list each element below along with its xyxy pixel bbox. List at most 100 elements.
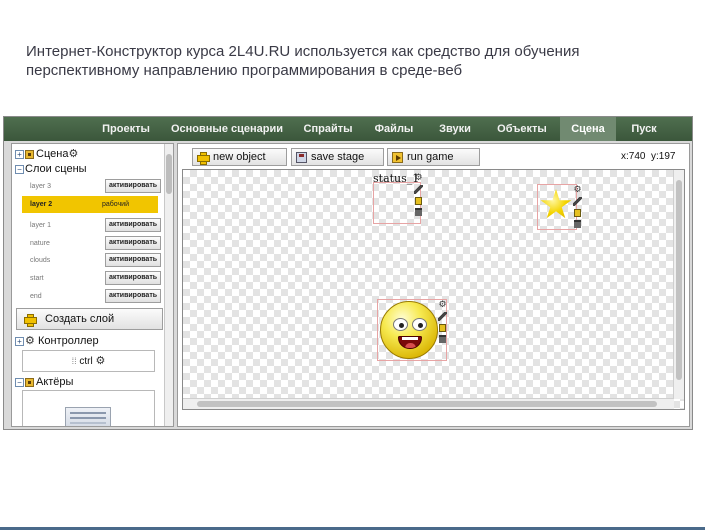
scene-icon	[25, 149, 34, 159]
pencil-icon[interactable]	[414, 185, 423, 194]
layer-name: end	[30, 293, 42, 300]
trash-icon[interactable]	[439, 335, 446, 343]
menu-scene[interactable]: Сцена	[560, 117, 616, 141]
actors-box	[22, 390, 155, 426]
layer-up-icon[interactable]	[415, 197, 422, 205]
new-object-label: new object	[213, 151, 266, 163]
layer-name: nature	[30, 240, 50, 247]
layer-name: layer 3	[30, 183, 52, 190]
gear-icon[interactable]: ⚙	[438, 300, 447, 309]
save-icon	[296, 152, 307, 163]
layer-up-icon[interactable]	[439, 324, 446, 332]
gear-icon[interactable]: ⚙	[573, 185, 582, 194]
run-game-label: run game	[407, 151, 454, 163]
coord-y: y:197	[651, 151, 676, 162]
gear-icon[interactable]: ⚙	[68, 147, 78, 161]
activate-layer-button[interactable]: активировать	[105, 289, 161, 303]
canvas-horizontal-scrollbar[interactable]	[183, 398, 674, 409]
caption-line-2: перспективному направлению программирова…	[26, 62, 463, 79]
run-game-button[interactable]: run game	[387, 148, 480, 166]
layer-name: layer 2	[30, 201, 53, 208]
menu-projects[interactable]: Проекты	[98, 117, 154, 141]
expand-toggle[interactable]: +	[15, 336, 24, 346]
menu-main-scenarios[interactable]: Основные сценарии	[168, 117, 286, 141]
menu-run[interactable]: Пуск	[624, 117, 664, 141]
smiley-mouth	[398, 336, 422, 349]
plus-icon	[24, 314, 37, 327]
status-text[interactable]: status_1	[373, 172, 419, 185]
layer-up-icon[interactable]	[574, 209, 581, 217]
trash-icon[interactable]	[415, 208, 422, 216]
tree-scene-label: Сцена	[36, 148, 69, 160]
controller-icon: ⚙	[25, 335, 35, 348]
tree-actors-label: Актёры	[36, 376, 74, 388]
tree-actors[interactable]: − Актёры	[15, 375, 73, 389]
scroll-thumb[interactable]	[197, 401, 657, 407]
activate-layer-button[interactable]: активировать	[105, 218, 161, 232]
tree-scene[interactable]: + Сцена⚙	[15, 147, 78, 161]
app-window: Проекты Основные сценарии Спрайты Файлы …	[3, 116, 693, 430]
activate-layer-button[interactable]: активировать	[105, 271, 161, 285]
pencil-icon[interactable]	[438, 312, 447, 321]
run-icon	[392, 152, 403, 163]
plus-icon	[197, 152, 210, 165]
expand-toggle[interactable]: +	[15, 149, 24, 159]
layer-row-end[interactable]: end активировать	[22, 288, 161, 305]
menu-bar: Проекты Основные сценарии Спрайты Файлы …	[4, 117, 692, 141]
layer-name: clouds	[30, 257, 51, 264]
controller-name: ctrl	[79, 356, 93, 367]
slide-caption: Интернет-Конструктор курса 2L4U.RU испол…	[26, 42, 686, 80]
menu-sounds[interactable]: Звуки	[432, 117, 478, 141]
layer-row-layer-2[interactable]: layer 2 рабочий	[22, 196, 158, 213]
tree-layers[interactable]: − Слои сцены	[15, 162, 87, 176]
stage-panel: new object save stage run game x:740 y:1…	[177, 143, 690, 427]
gear-icon[interactable]: ⚙	[96, 351, 106, 371]
coord-x: x:740	[621, 151, 646, 162]
activate-layer-button[interactable]: активировать	[105, 236, 161, 250]
left-scrollbar[interactable]	[164, 144, 173, 426]
actors-icon	[25, 377, 34, 387]
caption-line-1: Интернет-Конструктор курса 2L4U.RU испол…	[26, 43, 580, 60]
star-sprite-tools: ⚙	[573, 185, 585, 231]
canvas-vertical-scrollbar[interactable]	[673, 170, 684, 399]
layer-name: start	[30, 275, 44, 282]
collapse-toggle[interactable]: −	[15, 164, 24, 174]
save-stage-label: save stage	[311, 151, 365, 163]
create-layer-button[interactable]: Создать слой	[16, 308, 163, 330]
new-object-button[interactable]: new object	[192, 148, 287, 166]
smiley-sprite-tools: ⚙	[438, 300, 450, 346]
drag-handle-icon[interactable]: ⁞⁞	[72, 356, 77, 366]
smiley-sprite[interactable]	[380, 301, 438, 359]
tree-controllers[interactable]: + ⚙ Контроллер	[15, 334, 99, 348]
create-layer-label: Создать слой	[45, 313, 115, 325]
pencil-icon[interactable]	[573, 197, 582, 206]
layer-row-layer-3[interactable]: layer 3 активировать	[22, 178, 161, 195]
gear-icon[interactable]: ⚙	[414, 173, 423, 182]
coords-readout: x:740 y:197	[621, 151, 676, 162]
menu-objects[interactable]: Объекты	[492, 117, 552, 141]
smiley-eye-left	[393, 318, 408, 331]
status-sprite-tools: ⚙	[414, 173, 426, 219]
activate-layer-button[interactable]: активировать	[105, 179, 161, 193]
scroll-thumb[interactable]	[166, 154, 172, 194]
layer-row-layer-1[interactable]: layer 1 активировать	[22, 217, 161, 234]
activate-layer-button[interactable]: активировать	[105, 253, 161, 267]
layer-row-start[interactable]: start активировать	[22, 270, 161, 287]
layer-state: рабочий	[102, 201, 130, 208]
layer-row-nature[interactable]: nature активировать	[22, 235, 161, 252]
smiley-eye-right	[412, 318, 427, 331]
controller-item[interactable]: ⁞⁞ ctrl ⚙	[22, 350, 155, 372]
actor-thumbnail[interactable]	[65, 407, 111, 426]
left-panel: + Сцена⚙ − Слои сцены layer 3 активировать…	[11, 143, 174, 427]
menu-sprites[interactable]: Спрайты	[300, 117, 356, 141]
tree-layers-label: Слои сцены	[25, 163, 87, 175]
stage-canvas[interactable]: status_1 ⚙ ⚙ ⚙	[182, 169, 685, 410]
tree-controllers-label: Контроллер	[37, 335, 99, 347]
menu-files[interactable]: Файлы	[370, 117, 418, 141]
collapse-toggle[interactable]: −	[15, 377, 24, 387]
trash-icon[interactable]	[574, 220, 581, 228]
layer-row-clouds[interactable]: clouds активировать	[22, 252, 161, 269]
layer-name: layer 1	[30, 222, 52, 229]
save-stage-button[interactable]: save stage	[291, 148, 384, 166]
scroll-thumb[interactable]	[676, 180, 682, 380]
